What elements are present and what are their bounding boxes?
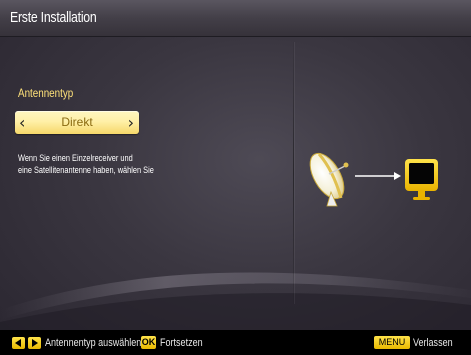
ok-hint: Fortsetzen bbox=[160, 337, 203, 349]
help-line: Wenn Sie einen Einzelreceiver und bbox=[18, 153, 133, 163]
menu-hint: Verlassen bbox=[413, 337, 453, 349]
antenna-type-value: Direkt bbox=[61, 115, 93, 129]
footer-bar: Antennentyp auswählen OK Fortsetzen MENU… bbox=[0, 330, 471, 355]
antenna-type-label: Antennentyp bbox=[18, 86, 74, 100]
key-right-arrow-icon bbox=[28, 337, 41, 349]
title-bar: Erste Installation bbox=[0, 0, 471, 37]
arrow-keys-hint: Antennentyp auswählen bbox=[45, 337, 142, 349]
key-left-arrow-icon bbox=[12, 337, 25, 349]
antenna-type-selector[interactable]: ‹ Direkt › bbox=[15, 111, 139, 134]
background-swoosh bbox=[0, 272, 471, 330]
panel-divider bbox=[293, 42, 294, 304]
menu-key[interactable]: MENU bbox=[374, 336, 410, 349]
satellite-dish-icon bbox=[309, 152, 349, 207]
help-line: eine Satellitenantenne haben, wählen Sie bbox=[18, 165, 154, 175]
tv-icon bbox=[405, 159, 438, 200]
arrow-right-icon bbox=[355, 172, 401, 180]
ok-key[interactable]: OK bbox=[141, 336, 156, 349]
help-text: Wenn Sie einen Einzelreceiver und eine S… bbox=[18, 152, 231, 176]
chevron-right-icon[interactable]: › bbox=[128, 113, 134, 132]
antenna-illustration bbox=[309, 152, 438, 207]
page-title: Erste Installation bbox=[10, 9, 97, 26]
first-installation-screen: Erste Installation Antennentyp ‹ Direkt … bbox=[0, 0, 471, 355]
